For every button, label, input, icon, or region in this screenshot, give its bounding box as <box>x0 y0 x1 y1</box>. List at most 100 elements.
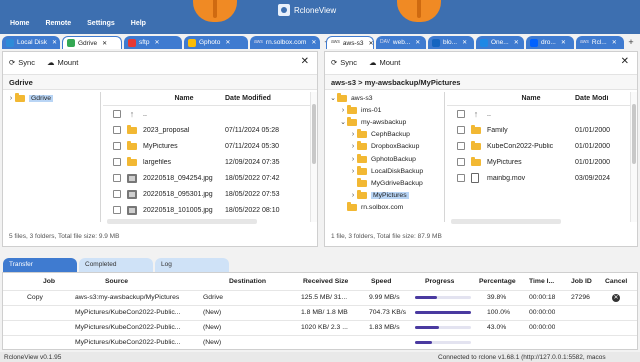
row-checkbox[interactable] <box>457 158 465 166</box>
column-header[interactable]: Source <box>105 278 128 285</box>
scrollbar-thumb[interactable] <box>312 104 316 164</box>
tab-aws[interactable]: aws Rcl... ✕ <box>576 36 624 49</box>
tree-node[interactable]: › LocalDiskBackup <box>325 165 444 177</box>
close-tab-icon[interactable]: ✕ <box>311 39 316 46</box>
tree-node[interactable]: › DropboxBackup <box>325 141 444 153</box>
row-checkbox[interactable] <box>457 174 465 182</box>
column-header[interactable]: Time l... <box>529 278 554 285</box>
tab-local-disk[interactable]: Local Disk ✕ <box>2 36 60 49</box>
menu-help[interactable]: Help <box>131 20 146 27</box>
tab-dropbox[interactable]: dro... ✕ <box>526 36 574 49</box>
vertical-scrollbar[interactable] <box>310 92 317 222</box>
column-header[interactable]: Received Size <box>303 278 348 285</box>
column-header[interactable]: Speed <box>371 278 391 285</box>
tab-sftp[interactable]: sftp ✕ <box>124 36 182 49</box>
close-tab-icon[interactable]: ✕ <box>102 40 107 47</box>
chevron-down-icon[interactable]: ⌄ <box>329 94 337 102</box>
column-header[interactable]: Destination <box>229 278 266 285</box>
menu-home[interactable]: Home <box>10 20 29 27</box>
chevron-right-icon[interactable]: › <box>349 143 357 150</box>
cancel-icon[interactable]: ✕ <box>612 294 620 302</box>
transfer-job-row[interactable]: Copy aws-s3:my-awsbackup/MyPictures Gdrive… <box>3 291 637 306</box>
file-row[interactable]: ↑.. <box>103 106 315 122</box>
file-row[interactable]: 20220518_094254.jpg 18/05/2022 07:42 <box>103 170 315 186</box>
column-date-modified[interactable]: Date Modified <box>225 95 315 102</box>
row-checkbox[interactable] <box>113 206 121 214</box>
chevron-right-icon[interactable]: › <box>349 168 357 175</box>
tab-transfer[interactable]: Transfer <box>3 258 77 272</box>
chevron-down-icon[interactable]: ⌄ <box>339 118 347 126</box>
file-row[interactable]: 20220518_095301.jpg 18/05/2022 07:53 <box>103 186 315 202</box>
transfer-file-row[interactable]: MyPictures/KubeCon2022-Public... (New) 102… <box>3 321 637 336</box>
sync-button[interactable]: ⟳ Sync <box>331 58 357 67</box>
column-date-modified[interactable]: Date Modi <box>575 95 637 102</box>
sync-button[interactable]: ⟳ Sync <box>9 58 35 67</box>
chevron-right-icon[interactable]: › <box>349 156 357 163</box>
close-tab-icon[interactable]: ✕ <box>561 39 566 46</box>
tree-node[interactable]: › MyPictures <box>325 190 444 202</box>
file-row[interactable]: MyPictures 01/01/2000 <box>447 154 637 170</box>
row-checkbox[interactable] <box>113 110 121 118</box>
menu-remote[interactable]: Remote <box>45 20 71 27</box>
column-header[interactable]: Percentage <box>479 278 516 285</box>
file-row[interactable]: largefiles 12/09/2024 07:35 <box>103 154 315 170</box>
chevron-right-icon[interactable]: › <box>349 131 357 138</box>
mount-button[interactable]: ☁ Mount <box>47 58 78 67</box>
close-tab-icon[interactable]: ✕ <box>154 39 159 46</box>
row-checkbox[interactable] <box>457 142 465 150</box>
close-tab-icon[interactable]: ✕ <box>612 39 617 46</box>
column-name[interactable]: Name <box>487 95 575 102</box>
horizontal-scrollbar[interactable] <box>107 219 257 224</box>
tree-node[interactable]: MyGdriveBackup <box>325 177 444 189</box>
close-tab-icon[interactable]: ✕ <box>462 39 467 46</box>
tab-gphoto[interactable]: Gphoto ✕ <box>184 36 248 49</box>
row-checkbox[interactable] <box>113 158 121 166</box>
chevron-right-icon[interactable]: › <box>349 192 357 199</box>
mount-button[interactable]: ☁ Mount <box>369 58 400 67</box>
scrollbar-thumb[interactable] <box>632 104 636 164</box>
column-header[interactable]: Cancel <box>605 278 627 285</box>
menu-settings[interactable]: Settings <box>87 20 115 27</box>
close-tab-icon[interactable]: ✕ <box>52 39 57 46</box>
horizontal-scrollbar[interactable] <box>451 219 561 224</box>
tab-blob[interactable]: blo... ✕ <box>428 36 474 49</box>
tree-node[interactable]: ⌄ my-awsbackup <box>325 116 444 128</box>
close-pane-icon[interactable]: ✕ <box>621 56 629 67</box>
tab-onedrive[interactable]: One... ✕ <box>476 36 524 49</box>
file-row[interactable]: MyPictures 07/11/2024 05:30 <box>103 138 315 154</box>
tree-node[interactable]: rn.solbox.com <box>325 202 444 214</box>
column-header[interactable]: Job ID <box>571 278 592 285</box>
close-tab-icon[interactable]: ✕ <box>415 39 420 46</box>
tab-webdav[interactable]: DAV web... ✕ <box>376 36 426 49</box>
vertical-scrollbar[interactable] <box>630 92 637 222</box>
row-checkbox[interactable] <box>113 126 121 134</box>
file-row[interactable]: mainbg.mov 03/09/2024 <box>447 170 637 186</box>
column-header[interactable]: Job <box>43 278 55 285</box>
column-header[interactable]: Progress <box>425 278 454 285</box>
file-row[interactable]: Family 01/01/2000 <box>447 122 637 138</box>
file-row[interactable]: KubeCon2022-Public 01/01/2000 <box>447 138 637 154</box>
tree-node[interactable]: › ims-01 <box>325 104 444 116</box>
tree-node[interactable]: ⌄ aws-s3 <box>325 92 444 104</box>
row-checkbox[interactable] <box>457 110 465 118</box>
close-tab-icon[interactable]: ✕ <box>369 40 374 47</box>
column-name[interactable]: Name <box>143 95 225 102</box>
tree-node[interactable]: › CephBackup <box>325 129 444 141</box>
tab-gdrive[interactable]: Gdrive ✕ <box>62 36 122 49</box>
row-checkbox[interactable] <box>113 174 121 182</box>
close-pane-icon[interactable]: ✕ <box>301 56 309 67</box>
row-checkbox[interactable] <box>113 190 121 198</box>
close-tab-icon[interactable]: ✕ <box>225 39 230 46</box>
row-checkbox[interactable] <box>113 142 121 150</box>
add-tab-icon[interactable]: + <box>626 36 636 48</box>
file-row[interactable]: 2023_proposal 07/11/2024 05:28 <box>103 122 315 138</box>
chevron-right-icon[interactable]: › <box>7 95 15 102</box>
row-checkbox[interactable] <box>457 126 465 134</box>
tab-completed[interactable]: Completed <box>79 258 153 272</box>
tab-aws[interactable]: aws aws-s3 ✕ <box>326 36 374 49</box>
close-tab-icon[interactable]: ✕ <box>514 39 519 46</box>
transfer-file-row[interactable]: MyPictures/KubeCon2022-Public... (New) <box>3 336 637 349</box>
tab-log[interactable]: Log <box>155 258 229 272</box>
tree-node[interactable]: › Gdrive <box>3 92 100 104</box>
file-row[interactable]: 20220518_101005.jpg 18/05/2022 08:10 <box>103 202 315 218</box>
